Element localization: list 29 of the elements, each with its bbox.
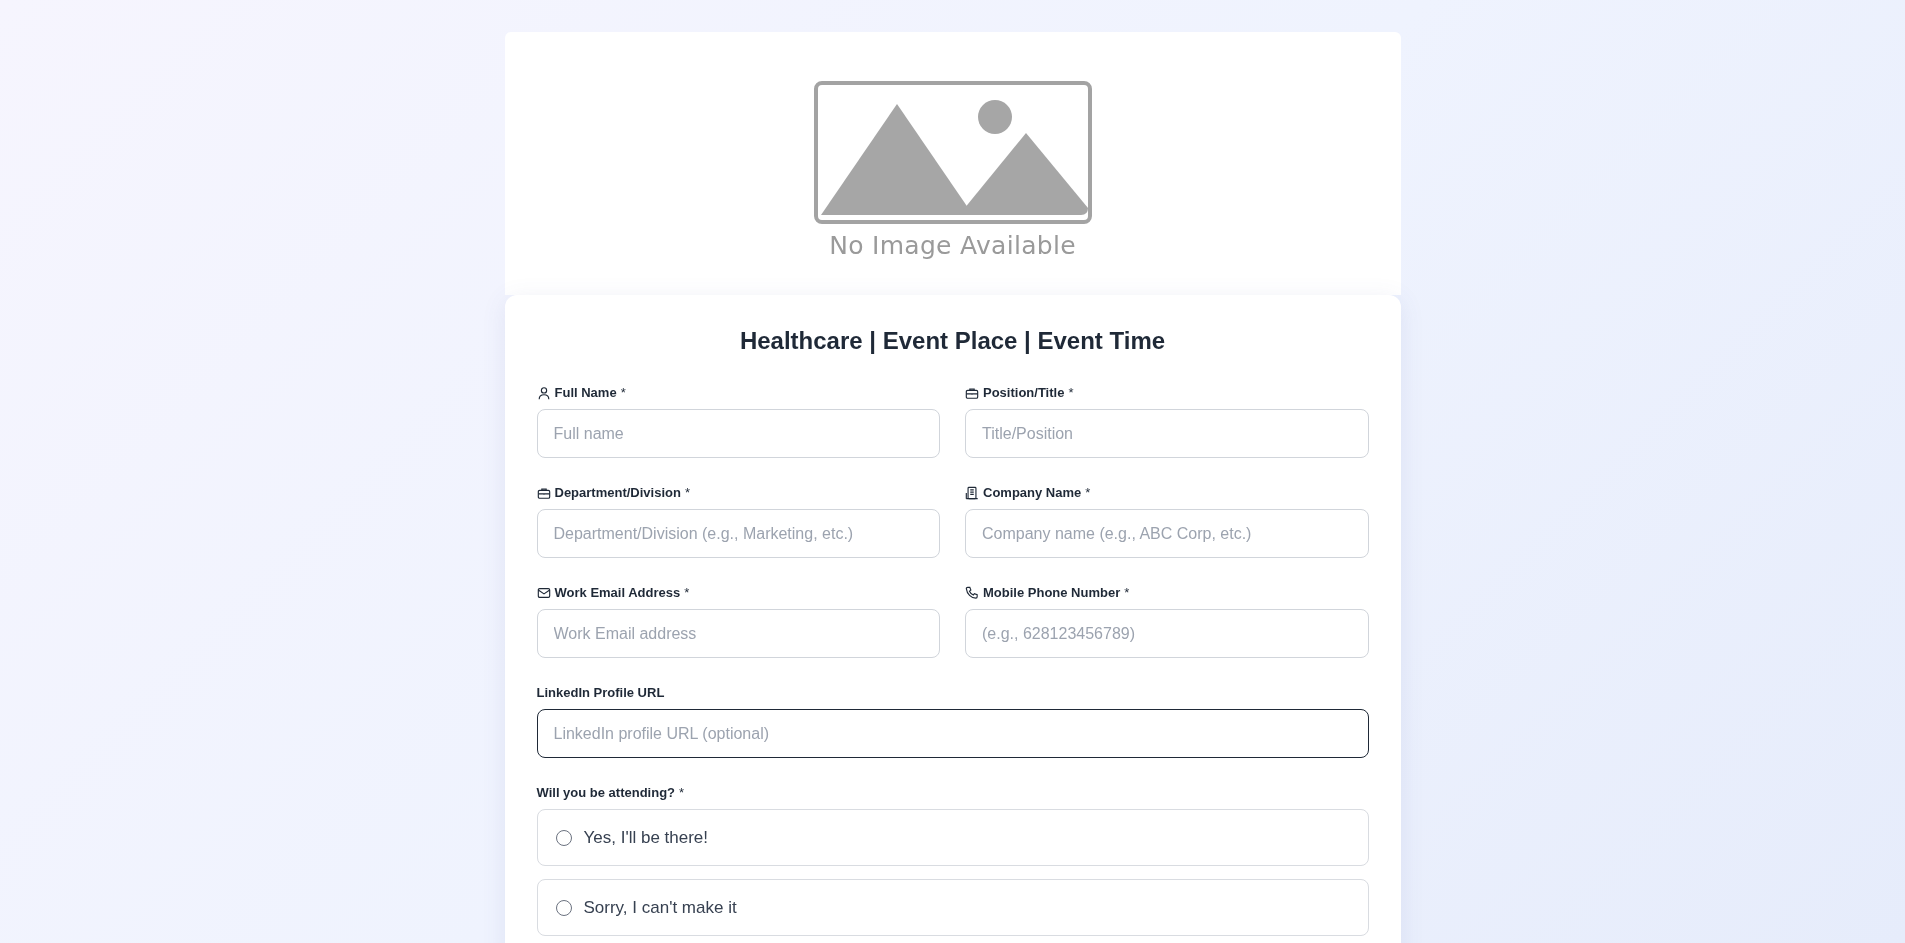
required-mark: * bbox=[684, 485, 690, 500]
person-icon bbox=[536, 385, 551, 400]
required-mark: * bbox=[1068, 385, 1074, 400]
field-label: LinkedIn Profile URL bbox=[536, 685, 665, 700]
image-placeholder-icon bbox=[812, 80, 1093, 225]
field-label: Full Name bbox=[554, 385, 617, 400]
required-mark: * bbox=[1124, 585, 1130, 600]
radio-option[interactable]: Sorry, I can't make it bbox=[536, 879, 1369, 936]
mail-icon bbox=[536, 585, 551, 600]
briefcase-icon bbox=[536, 485, 551, 500]
required-mark: * bbox=[1085, 485, 1091, 500]
required-mark: * bbox=[679, 785, 685, 800]
briefcase-icon bbox=[965, 385, 979, 400]
field-label: Will you be attending? bbox=[536, 785, 676, 800]
radio-option[interactable]: Yes, I'll be there! bbox=[536, 809, 1369, 866]
option-label: Sorry, I can't make it bbox=[583, 897, 737, 918]
field-label: Department/Division bbox=[554, 485, 681, 500]
form-title: Healthcare | Event Place | Event Time bbox=[738, 327, 1167, 355]
image-caption: No Image Available bbox=[829, 231, 1076, 260]
field-label: Position/Title bbox=[983, 385, 1065, 400]
option-label: Yes, I'll be there! bbox=[583, 827, 709, 848]
input-field[interactable]: LinkedIn profile URL (optional) bbox=[536, 709, 1369, 758]
required-mark: * bbox=[684, 585, 690, 600]
building-icon bbox=[965, 485, 979, 500]
phone-icon bbox=[965, 585, 979, 600]
field-label: Work Email Address bbox=[554, 585, 681, 600]
field-label: Mobile Phone Number bbox=[983, 585, 1121, 600]
required-mark: * bbox=[620, 385, 626, 400]
field-label: Company Name bbox=[983, 485, 1082, 500]
